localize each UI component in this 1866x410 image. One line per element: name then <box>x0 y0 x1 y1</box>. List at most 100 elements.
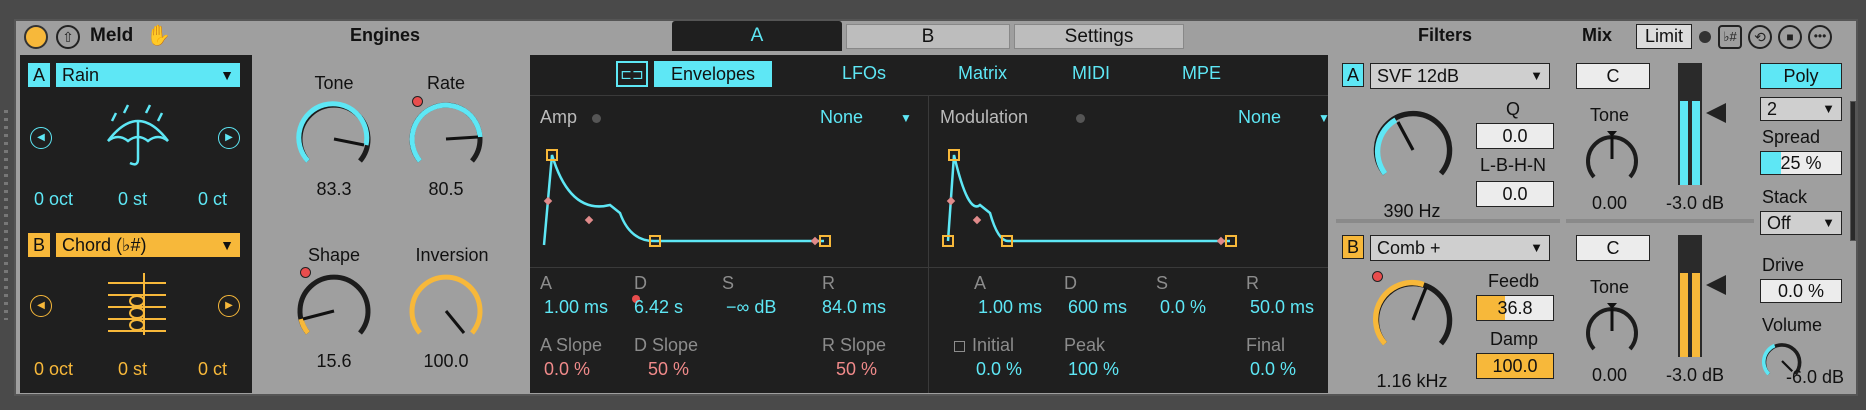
inversion-knob[interactable] <box>406 271 486 356</box>
amp-r-value[interactable]: 84.0 ms <box>822 297 886 318</box>
osc-b-oct-value[interactable]: 0 oct <box>34 359 73 380</box>
tone-knob[interactable] <box>294 99 374 184</box>
amp-d-slope-value[interactable]: 50 % <box>648 359 689 380</box>
inversion-knob-label: Inversion <box>415 245 489 265</box>
osc-b-preset-select[interactable]: Chord (♭#) ▼ <box>56 233 240 257</box>
mix-a-tone-knob[interactable] <box>1582 129 1642 194</box>
voices-select[interactable]: 2 ▼ <box>1760 97 1842 121</box>
osc-a-preset-label: Rain <box>62 65 100 85</box>
amp-params-divider <box>530 267 1328 268</box>
osc-b-badge[interactable]: B <box>28 233 50 257</box>
osc-a-preset-select[interactable]: Rain ▼ <box>56 63 240 87</box>
mix-b-tone-label: Tone <box>1590 277 1630 297</box>
osc-b-ct-value[interactable]: 0 ct <box>198 359 227 380</box>
subtab-midi[interactable]: MIDI <box>1072 63 1110 84</box>
filter-b-damp-field[interactable]: 100.0 <box>1476 353 1554 379</box>
spread-field[interactable]: 25 % <box>1760 151 1842 175</box>
amp-mod-target-select[interactable]: None <box>820 107 863 128</box>
mod-r-value[interactable]: 50.0 ms <box>1250 297 1314 318</box>
volume-label: Volume <box>1762 315 1823 335</box>
mix-a-level-right <box>1692 101 1700 185</box>
power-button[interactable] <box>24 25 48 49</box>
osc-a-next-button[interactable]: ▶ <box>218 127 240 149</box>
tuning-icon[interactable]: ♭# <box>1718 25 1742 49</box>
shape-knob[interactable] <box>294 271 374 356</box>
mod-peak-value[interactable]: 100 % <box>1068 359 1119 380</box>
subtab-envelopes[interactable]: Envelopes <box>654 61 772 87</box>
save-icon[interactable]: ■ <box>1778 25 1802 49</box>
hot-swap-icon[interactable]: ⇧ <box>56 25 80 49</box>
mix-b-fader-handle[interactable] <box>1706 275 1726 295</box>
filter-a-lbhn-field[interactable]: 0.0 <box>1476 181 1554 207</box>
mod-final-value[interactable]: 0.0 % <box>1250 359 1296 380</box>
filter-a-freq-knob[interactable] <box>1370 107 1456 198</box>
poly-toggle[interactable]: Poly <box>1760 63 1842 89</box>
envelope-mode-icon[interactable]: ⊏⊐ <box>616 61 648 87</box>
chevron-down-icon: ▼ <box>900 111 912 125</box>
mix-a-fader-handle[interactable] <box>1706 103 1726 123</box>
mix-a-pan-field[interactable]: C <box>1576 63 1650 89</box>
filter-a-q-field[interactable]: 0.0 <box>1476 123 1554 149</box>
filter-b-freq-knob[interactable] <box>1370 277 1456 368</box>
mod-d-value[interactable]: 600 ms <box>1068 297 1127 318</box>
osc-a-prev-button[interactable]: ◀ <box>30 127 52 149</box>
drive-label: Drive <box>1762 255 1805 275</box>
mod-d-label: D <box>1064 273 1077 293</box>
osc-a-oct-value[interactable]: 0 oct <box>34 189 73 210</box>
stack-value: Off <box>1767 213 1791 233</box>
filter-b-type-select[interactable]: Comb + ▼ <box>1370 235 1550 261</box>
mod-r-label: R <box>1246 273 1259 293</box>
amp-a-slope-value[interactable]: 0.0 % <box>544 359 590 380</box>
tab-a[interactable]: A <box>672 21 842 51</box>
mod-envelope-graph[interactable] <box>940 145 1320 260</box>
osc-b-st-value[interactable]: 0 st <box>118 359 147 380</box>
mix-b-level-meter[interactable] <box>1678 235 1702 357</box>
mod-final-label: Final <box>1246 335 1286 355</box>
chord-icon <box>104 269 170 344</box>
mix-b-pan-field[interactable]: C <box>1576 235 1650 261</box>
hand-icon[interactable]: ✋ <box>146 23 171 48</box>
mix-b-tone-knob[interactable] <box>1582 301 1642 366</box>
amp-s-value[interactable]: −∞ dB <box>726 297 776 318</box>
filter-a-type-select[interactable]: SVF 12dB ▼ <box>1370 63 1550 89</box>
mod-a-value[interactable]: 1.00 ms <box>978 297 1042 318</box>
limit-toggle[interactable]: Limit <box>1636 24 1692 49</box>
osc-a-st-value[interactable]: 0 st <box>118 189 147 210</box>
osc-a-ct-value[interactable]: 0 ct <box>198 189 227 210</box>
osc-a-badge[interactable]: A <box>28 63 50 87</box>
amp-envelope-graph[interactable] <box>540 145 920 260</box>
filter-divider <box>1336 219 1560 223</box>
stack-select[interactable]: Off ▼ <box>1760 211 1842 235</box>
subtab-matrix[interactable]: Matrix <box>958 63 1007 84</box>
mod-env-title: Modulation <box>940 107 1029 127</box>
osc-b-next-button[interactable]: ▶ <box>218 295 240 317</box>
initial-checkbox[interactable] <box>954 341 965 352</box>
amp-r-label: R <box>822 273 835 293</box>
amp-r-slope-value[interactable]: 50 % <box>836 359 877 380</box>
mod-s-value[interactable]: 0.0 % <box>1160 297 1206 318</box>
amp-d-value[interactable]: 6.42 s <box>634 297 683 318</box>
filter-b-feedb-value: 36.8 <box>1497 298 1533 318</box>
amp-a-value[interactable]: 1.00 ms <box>544 297 608 318</box>
sync-icon[interactable]: ⟲ <box>1748 25 1772 49</box>
rate-knob[interactable] <box>406 99 486 184</box>
filter-b-badge[interactable]: B <box>1342 235 1364 259</box>
subtab-mpe[interactable]: MPE <box>1182 63 1221 84</box>
shape-knob-label: Shape <box>307 245 361 265</box>
amp-title: Amp <box>540 107 578 127</box>
subtab-lfos[interactable]: LFOs <box>842 63 886 84</box>
mix-a-level-meter[interactable] <box>1678 63 1702 185</box>
filter-a-badge[interactable]: A <box>1342 63 1364 87</box>
tab-b[interactable]: B <box>846 24 1010 49</box>
more-icon[interactable]: ••• <box>1808 25 1832 49</box>
chain-edge-strip <box>4 110 8 320</box>
mod-initial-value[interactable]: 0.0 % <box>976 359 1022 380</box>
tab-settings[interactable]: Settings <box>1014 24 1184 49</box>
mod-env-target-select[interactable]: None <box>1238 107 1281 128</box>
osc-b-prev-button[interactable]: ◀ <box>30 295 52 317</box>
subtab-divider <box>530 95 1328 96</box>
filter-b-feedb-field[interactable]: 36.8 <box>1476 295 1554 321</box>
amp-mod-divider <box>928 95 929 393</box>
filter-a-type-label: SVF 12dB <box>1377 66 1460 86</box>
drive-field[interactable]: 0.0 % <box>1760 279 1842 303</box>
